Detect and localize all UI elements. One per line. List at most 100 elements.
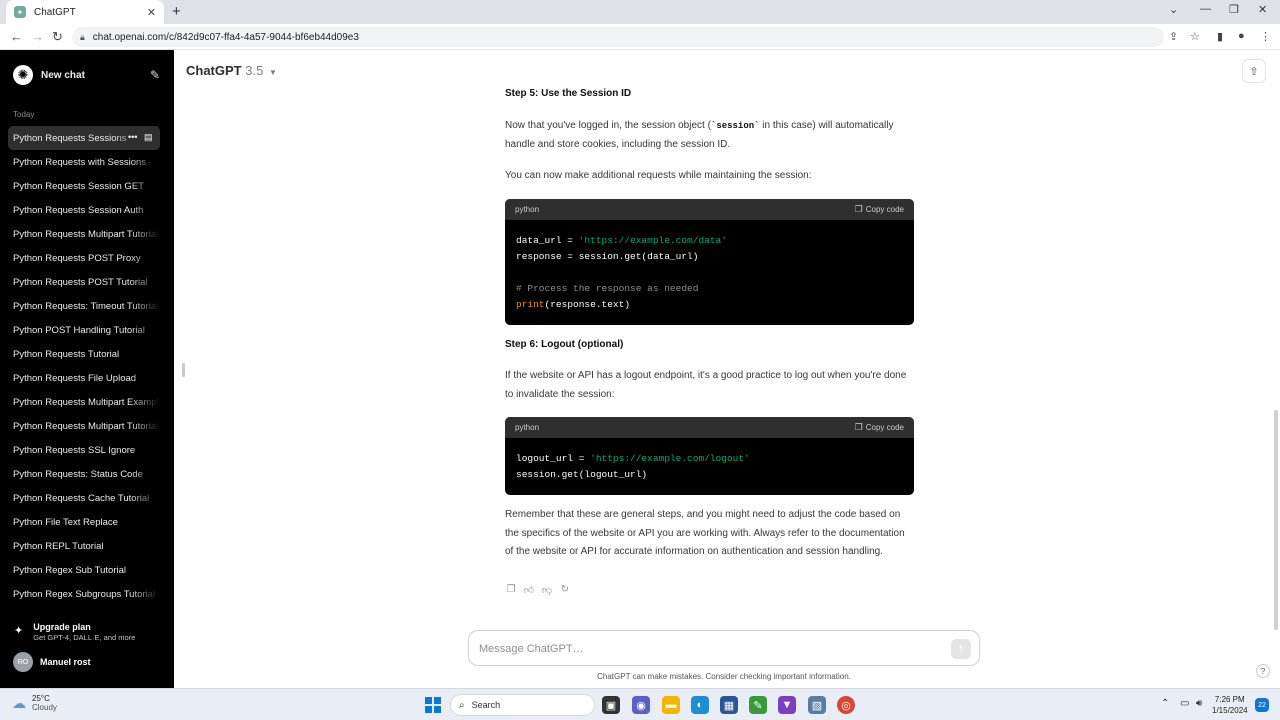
reload-icon[interactable]: ↻ — [52, 29, 63, 45]
more-options-icon[interactable]: ••• — [128, 132, 137, 142]
thumbs-up-icon[interactable]: 👍︎ — [523, 584, 535, 596]
taskbar-search-label: Search — [471, 700, 501, 710]
chat-item[interactable]: Python Requests File Upload — [8, 366, 160, 390]
chat-item[interactable]: Python Requests Cache Tutorial — [8, 486, 160, 510]
chat-item[interactable]: Python Regex Sub Tutorial — [8, 558, 160, 582]
scrollbar-thumb[interactable] — [1274, 410, 1278, 630]
thumbs-down-icon[interactable]: 👎︎ — [541, 584, 553, 596]
clipboard-icon: ❐ — [854, 204, 863, 214]
upgrade-title: Upgrade plan — [33, 622, 91, 632]
chatgpt-favicon-icon: ✦ — [14, 6, 26, 18]
inline-code: `session` — [710, 121, 760, 131]
chat-item[interactable]: Python Requests Sessions ••• ▤ — [8, 126, 160, 150]
weather-temp: 25°C — [32, 694, 50, 703]
upgrade-subtitle: Get GPT-4, DALL·E, and more — [33, 633, 136, 642]
tab-title: ChatGPT — [34, 6, 76, 18]
store-icon[interactable]: ▦ — [720, 696, 738, 714]
avatar: RO — [13, 652, 33, 672]
message-input[interactable] — [479, 640, 939, 658]
chat-app-icon[interactable]: ◉ — [632, 696, 650, 714]
editor-app-icon[interactable]: ✎ — [749, 696, 767, 714]
chat-item-label: Python Requests Session GET — [13, 180, 144, 192]
code-block-1: python ❐ Copy code data_url = 'https://ex… — [505, 199, 914, 325]
taskbar-search[interactable]: ⌕ Search — [450, 694, 595, 716]
user-menu[interactable]: RO Manuel rost — [13, 652, 91, 672]
archive-icon[interactable]: ▤ — [144, 132, 153, 143]
copy-code-button[interactable]: ❐ Copy code — [855, 204, 904, 215]
volume-icon[interactable]: 🔊︎ — [1196, 698, 1202, 709]
copy-code-button[interactable]: ❐ Copy code — [855, 422, 904, 433]
chat-item[interactable]: Python Requests POST Proxy — [8, 246, 160, 270]
cloud-icon: ☁ — [12, 694, 26, 711]
browser-menu-icon[interactable]: ⋮ — [1260, 30, 1271, 43]
close-window-icon[interactable]: ✕ — [1258, 3, 1267, 16]
chat-item[interactable]: Python Requests Multipart Example — [8, 390, 160, 414]
chat-item[interactable]: Python Requests Multipart Tutorial — [8, 222, 160, 246]
upgrade-plan-button[interactable]: ✦ Upgrade plan Get GPT-4, DALL·E, and mo… — [14, 622, 135, 642]
help-button[interactable]: ? — [1256, 664, 1270, 678]
chat-item-label: Python Regex Sub Tutorial — [13, 564, 127, 576]
notification-badge[interactable]: 22 — [1255, 698, 1269, 712]
step6-heading: Step 6: Logout (optional) — [505, 339, 624, 350]
clock-time: 7:26 PM — [1214, 695, 1245, 704]
message-actions: ❐ 👍︎ 👎︎ ↻ — [505, 584, 571, 596]
file-explorer-icon[interactable]: ▬ — [662, 696, 680, 714]
closing-paragraph: Remember that these are general steps, a… — [505, 509, 905, 557]
openai-logo-icon: ✺ — [13, 65, 33, 85]
chat-item[interactable]: Python Requests: Timeout Tutorial — [8, 294, 160, 318]
disclaimer-text: ChatGPT can make mistakes. Consider chec… — [597, 672, 851, 681]
step5-paragraph-1: Now that you've logged in, the session o… — [505, 120, 894, 150]
chat-item[interactable]: Python Regex Subgroups Tutorial — [8, 582, 160, 606]
minimize-icon[interactable]: — — [1200, 3, 1211, 15]
system-clock[interactable]: 7:26 PM 1/15/2024 — [1212, 694, 1248, 716]
step5-heading: Step 5: Use the Session ID — [505, 88, 632, 99]
chat-item[interactable]: Python Requests: Status Code — [8, 462, 160, 486]
site-info-icon[interactable]: 🔒︎ — [80, 32, 85, 43]
back-arrow-icon[interactable]: ← — [10, 29, 23, 44]
task-view-icon[interactable]: ▣ — [602, 696, 620, 714]
maximize-icon[interactable]: ❐ — [1229, 3, 1239, 16]
windows-start-icon[interactable] — [425, 697, 441, 713]
new-chat-button[interactable]: ✺ New chat ✎ — [8, 64, 160, 86]
profile-icon[interactable]: ● — [1238, 30, 1245, 42]
chat-item[interactable]: Python POST Handling Tutorial — [8, 318, 160, 342]
chat-item[interactable]: Python Requests Tutorial — [8, 342, 160, 366]
weather-widget[interactable]: ☁ 25°C Cloudy — [12, 694, 57, 712]
model-selector[interactable]: ChatGPT 3.5 ▼ — [186, 63, 277, 78]
copy-message-icon[interactable]: ❐ — [505, 584, 517, 596]
share-page-icon[interactable]: ⇪ — [1169, 30, 1178, 43]
compose-icon[interactable]: ✎ — [150, 68, 160, 82]
chrome-browser-icon[interactable]: ◎ — [837, 696, 855, 714]
chat-item[interactable]: Python Requests Session Auth — [8, 198, 160, 222]
chat-item[interactable]: Python REPL Tutorial — [8, 534, 160, 558]
new-chat-label: New chat — [41, 69, 85, 81]
chat-item[interactable]: Python File Text Replace — [8, 510, 160, 534]
tab-search-chevron-icon[interactable]: ⌄ — [1169, 3, 1178, 16]
network-icon[interactable]: ▭ — [1180, 698, 1189, 709]
chat-item[interactable]: Python Requests Session GET — [8, 174, 160, 198]
vpn-app-icon[interactable]: ▼ — [778, 696, 796, 714]
address-bar[interactable]: 🔒︎ chat.openai.com/c/842d9c07-ffa4-4a57-… — [72, 27, 1164, 47]
chat-history-list: Python Requests Sessions ••• ▤ Python Requ… — [8, 126, 160, 606]
tray-chevron-up-icon[interactable]: ⌃ — [1161, 698, 1169, 709]
edge-browser-icon[interactable]: ◐ — [691, 696, 709, 714]
regenerate-icon[interactable]: ↻ — [559, 584, 571, 596]
side-panel-icon[interactable]: ▮ — [1217, 30, 1223, 43]
chat-item[interactable]: Python Requests POST Tutorial — [8, 270, 160, 294]
send-button[interactable]: ↑ — [951, 639, 971, 659]
forward-arrow-icon[interactable]: → — [31, 29, 44, 44]
chat-item-label: Python REPL Tutorial — [13, 540, 104, 552]
chat-item[interactable]: Python Requests Multipart Tutorial — [8, 414, 160, 438]
close-tab-icon[interactable]: ✕ — [147, 6, 156, 19]
photos-app-icon[interactable]: ▧ — [808, 696, 826, 714]
chat-item[interactable]: Python Requests with Sessions — [8, 150, 160, 174]
browser-tabstrip: ✦ ChatGPT ✕ + ⌄ — ❐ ✕ — [0, 0, 1280, 24]
sidebar-resize-handle[interactable] — [182, 363, 185, 377]
step6-paragraph-1: If the website or API has a logout endpo… — [505, 370, 907, 400]
bookmark-star-icon[interactable]: ☆ — [1190, 30, 1200, 43]
browser-tab[interactable]: ✦ ChatGPT ✕ — [6, 0, 164, 24]
chat-item[interactable]: Python Requests SSL Ignore — [8, 438, 160, 462]
share-chat-button[interactable]: ⇧ — [1242, 59, 1266, 83]
code-block-header: python ❐ Copy code — [505, 417, 914, 438]
new-tab-button[interactable]: + — [172, 3, 181, 20]
